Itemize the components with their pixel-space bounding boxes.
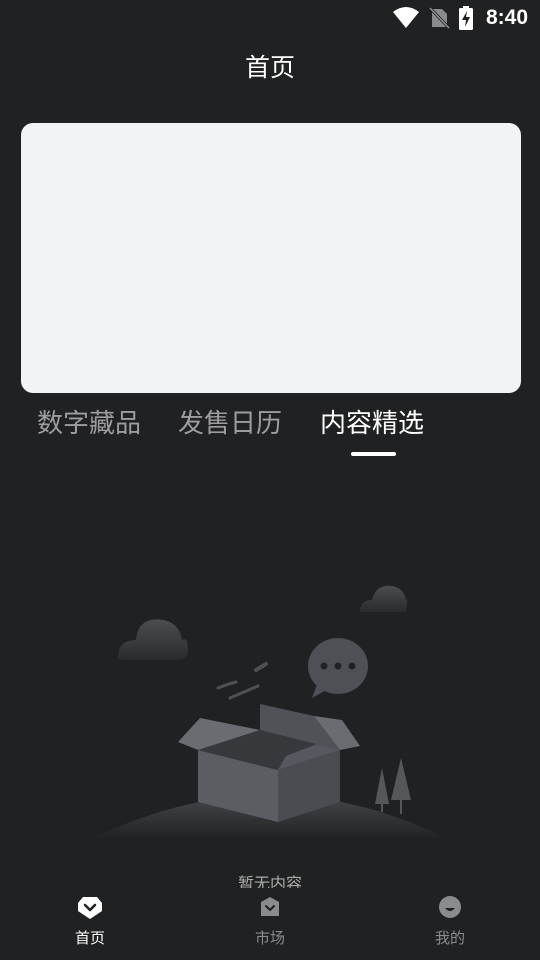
- empty-box-illustration: [90, 585, 450, 840]
- nav-label-market: 市场: [254, 929, 285, 947]
- nav-item-mine[interactable]: 我的: [360, 888, 540, 960]
- market-icon: [261, 897, 279, 916]
- bottom-nav: 首页 市场 我的: [0, 888, 540, 960]
- chat-bubble-icon: [308, 638, 368, 698]
- tab-featured-content[interactable]: 内容精选: [320, 404, 424, 444]
- title-bar: 首页: [0, 44, 540, 92]
- status-bar: 8:40: [0, 0, 540, 36]
- tree-icon: [375, 768, 389, 812]
- wifi-icon: [392, 7, 419, 28]
- page-title: 首页: [244, 53, 295, 82]
- empty-state-text: 暂无内容: [237, 874, 302, 888]
- nav-item-home[interactable]: 首页: [0, 888, 180, 960]
- nav-label-home: 首页: [74, 929, 105, 947]
- battery-charging-icon: [458, 6, 473, 30]
- active-tab-indicator: [351, 452, 396, 456]
- profile-icon: [439, 896, 461, 918]
- cloud-icon: [118, 619, 188, 660]
- nav-label-mine: 我的: [434, 929, 465, 947]
- tree-icon: [391, 758, 411, 814]
- home-icon: [78, 897, 102, 919]
- banner-card[interactable]: [21, 123, 521, 393]
- tab-bar: 数字藏品 发售日历 内容精选: [0, 400, 540, 460]
- tab-digital-collectibles[interactable]: 数字藏品: [37, 404, 141, 444]
- status-icons: 8:40: [392, 4, 528, 32]
- cloud-icon: [360, 585, 407, 612]
- tab-release-calendar[interactable]: 发售日历: [178, 404, 282, 444]
- nav-item-market[interactable]: 市场: [180, 888, 360, 960]
- no-sim-icon: [428, 6, 450, 30]
- status-time: 8:40: [485, 6, 528, 29]
